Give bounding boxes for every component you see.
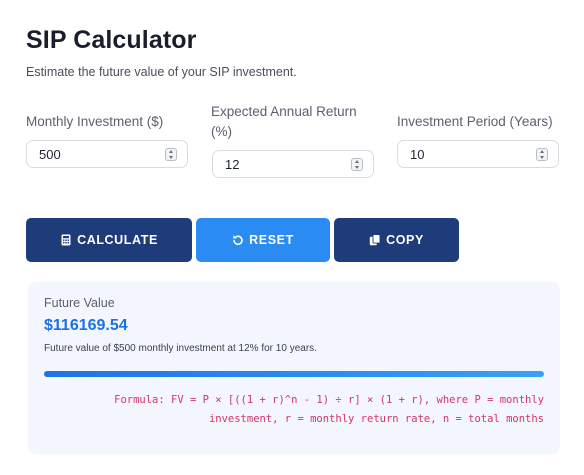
page-subtitle: Estimate the future value of your SIP in… (26, 65, 297, 79)
annual-return-input[interactable]: 12 (212, 150, 374, 178)
future-value-amount: $116169.54 (44, 317, 128, 334)
formula-text: Formula: FV = P × [((1 + r)^n - 1) ÷ r] … (114, 394, 544, 425)
stepper-icon[interactable] (351, 158, 363, 171)
annual-return-label: Expected Annual Return (%) (211, 104, 357, 139)
page-title: SIP Calculator (26, 26, 197, 54)
investment-period-input[interactable]: 10 (397, 140, 559, 168)
reset-button[interactable]: RESET (196, 218, 330, 262)
future-value-description: Future value of $500 monthly investment … (44, 343, 317, 354)
stepper-icon[interactable] (536, 148, 548, 161)
calculate-label: CALCULATE (77, 233, 158, 247)
result-progress-bar (44, 371, 544, 377)
calculate-button[interactable]: CALCULATE (26, 218, 192, 262)
monthly-investment-value: 500 (39, 147, 61, 162)
sip-calculator-card: SIP Calculator Estimate the future value… (2, 0, 582, 472)
copy-icon (369, 234, 381, 246)
calculator-icon (61, 234, 71, 246)
annual-return-value: 12 (225, 157, 240, 172)
copy-button[interactable]: COPY (334, 218, 459, 262)
reset-label: RESET (249, 233, 294, 247)
investment-period-label: Investment Period (Years) (397, 114, 553, 129)
monthly-investment-label: Monthly Investment ($) (26, 114, 164, 129)
investment-period-value: 10 (410, 147, 425, 162)
undo-icon (233, 235, 243, 246)
future-value-label: Future Value (44, 296, 115, 310)
result-panel: Future Value $116169.54 Future value of … (28, 282, 560, 454)
stepper-icon[interactable] (165, 148, 177, 161)
copy-label: COPY (386, 233, 424, 247)
monthly-investment-input[interactable]: 500 (26, 140, 188, 168)
